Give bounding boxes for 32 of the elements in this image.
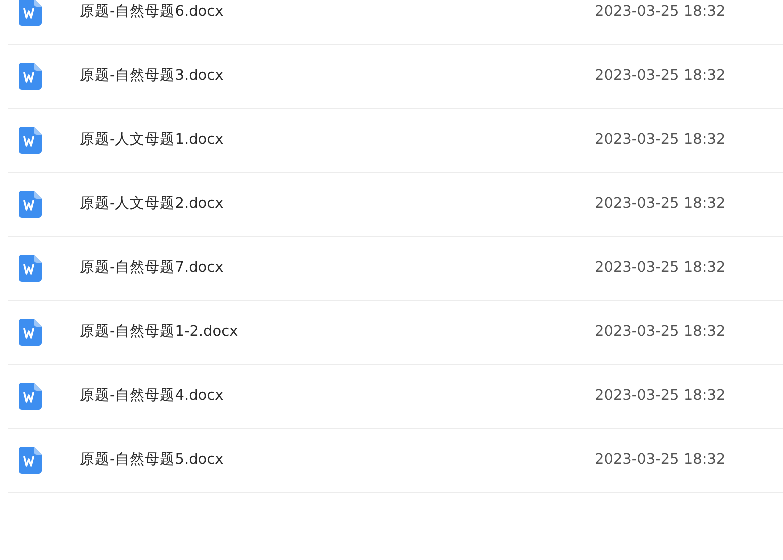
file-name: 原题-人文母题2.docx — [80, 194, 225, 214]
modified-date: 2023-03-25 18:32 — [595, 386, 726, 406]
file-name: 原题-自然母题6.docx — [80, 2, 225, 22]
modified-date: 2023-03-25 18:32 — [595, 450, 726, 470]
modified-date: 2023-03-25 18:32 — [595, 2, 726, 22]
file-name: 原题-自然母题3.docx — [80, 66, 225, 86]
file-row[interactable]: 原题-自然母题6.docx 2023-03-25 18:32 — [8, 0, 783, 45]
word-document-icon — [19, 319, 42, 346]
modified-date: 2023-03-25 18:32 — [595, 322, 726, 342]
word-document-icon — [19, 255, 42, 282]
file-name: 原题-人文母题1.docx — [80, 130, 225, 150]
modified-date: 2023-03-25 18:32 — [595, 258, 726, 278]
file-row[interactable]: 原题-自然母题4.docx 2023-03-25 18:32 — [8, 365, 783, 429]
word-document-icon — [19, 447, 42, 474]
file-row[interactable]: 原题-自然母题3.docx 2023-03-25 18:32 — [8, 45, 783, 109]
file-name: 原题-自然母题5.docx — [80, 450, 225, 470]
file-row[interactable]: 原题-人文母题2.docx 2023-03-25 18:32 — [8, 173, 783, 237]
modified-date: 2023-03-25 18:32 — [595, 130, 726, 150]
file-name: 原题-自然母题7.docx — [80, 258, 225, 278]
file-row[interactable]: 原题-自然母题5.docx 2023-03-25 18:32 — [8, 429, 783, 493]
word-document-icon — [19, 63, 42, 90]
file-row[interactable]: 原题-自然母题1-2.docx 2023-03-25 18:32 — [8, 301, 783, 365]
file-row[interactable]: 原题-人文母题1.docx 2023-03-25 18:32 — [8, 109, 783, 173]
word-document-icon — [19, 127, 42, 154]
file-name: 原题-自然母题4.docx — [80, 386, 225, 406]
word-document-icon — [19, 383, 42, 410]
word-document-icon — [19, 0, 42, 26]
modified-date: 2023-03-25 18:32 — [595, 194, 726, 214]
word-document-icon — [19, 191, 42, 218]
modified-date: 2023-03-25 18:32 — [595, 66, 726, 86]
file-name: 原题-自然母题1-2.docx — [80, 322, 240, 342]
file-row[interactable]: 原题-自然母题7.docx 2023-03-25 18:32 — [8, 237, 783, 301]
